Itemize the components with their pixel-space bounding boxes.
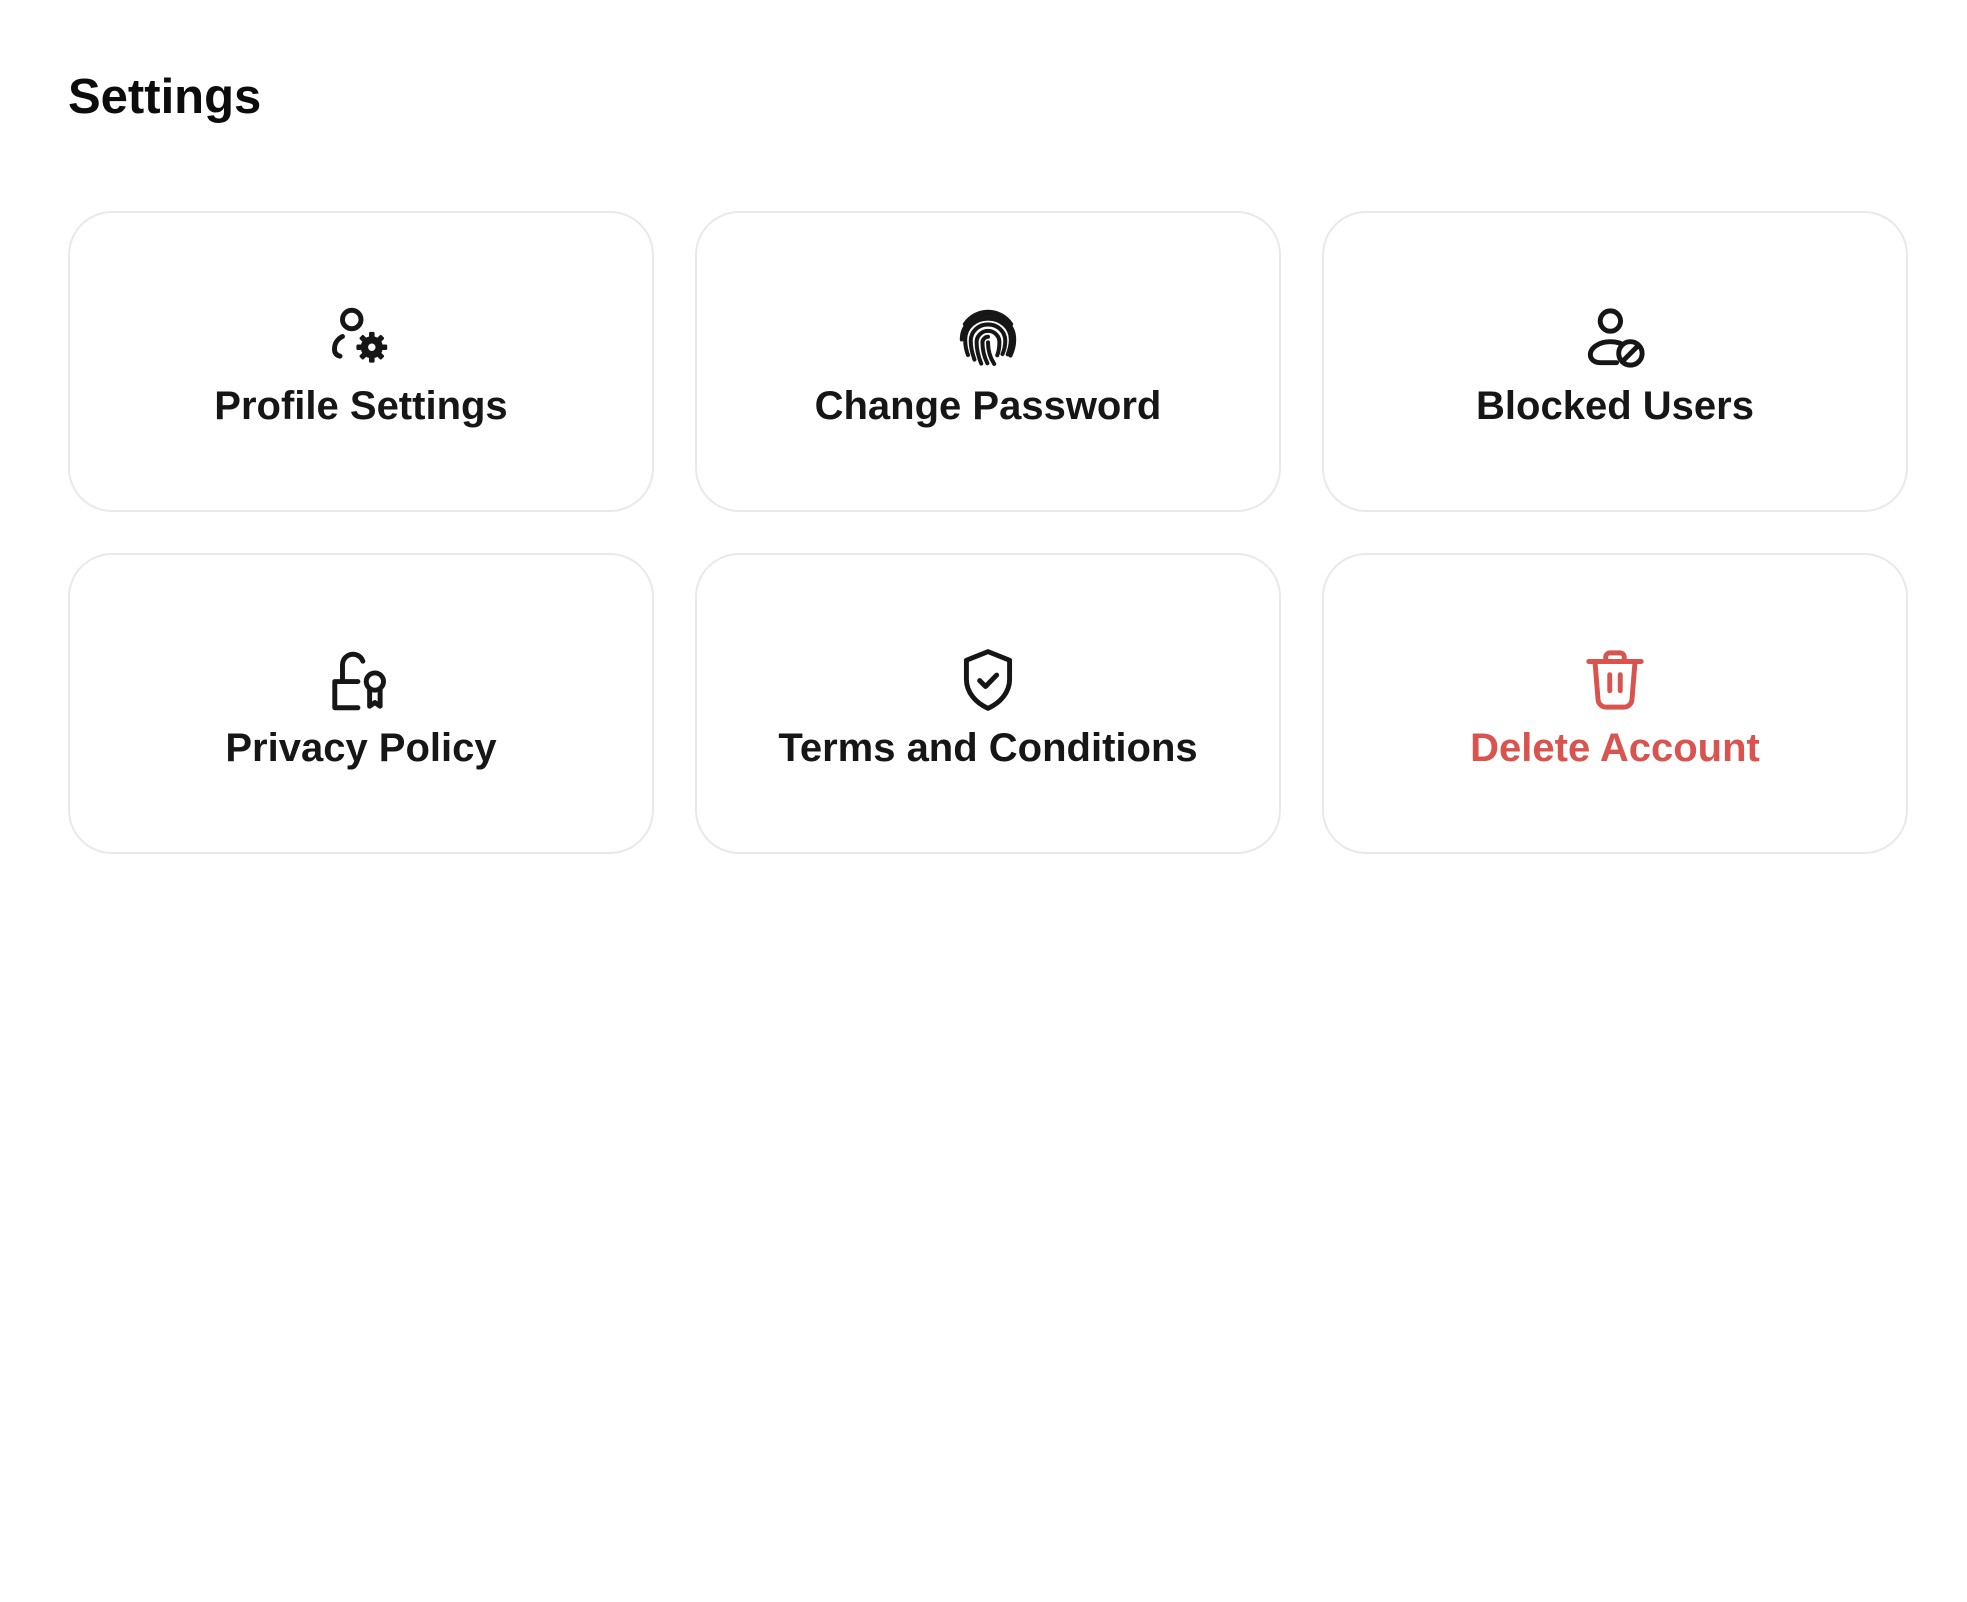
profile-settings-label: Profile Settings	[214, 383, 508, 428]
blocked-users-card[interactable]: Blocked Users	[1322, 211, 1908, 512]
trash-icon	[1578, 643, 1652, 717]
terms-conditions-label: Terms and Conditions	[778, 725, 1198, 770]
profile-settings-card[interactable]: Profile Settings	[68, 211, 654, 512]
delete-account-label: Delete Account	[1470, 725, 1760, 770]
privacy-policy-label: Privacy Policy	[225, 725, 497, 770]
settings-grid: Profile Settings Change Password Blocked…	[68, 211, 1909, 854]
terms-conditions-card[interactable]: Terms and Conditions	[695, 553, 1281, 854]
shield-check-icon	[951, 643, 1025, 717]
unlock-award-icon	[324, 643, 398, 717]
blocked-users-label: Blocked Users	[1476, 383, 1754, 428]
change-password-card[interactable]: Change Password	[695, 211, 1281, 512]
change-password-label: Change Password	[814, 383, 1162, 428]
user-block-icon	[1578, 301, 1652, 375]
delete-account-card[interactable]: Delete Account	[1322, 553, 1908, 854]
page-title: Settings	[68, 70, 262, 124]
privacy-policy-card[interactable]: Privacy Policy	[68, 553, 654, 854]
fingerprint-icon	[951, 301, 1025, 375]
user-gear-icon	[324, 301, 398, 375]
